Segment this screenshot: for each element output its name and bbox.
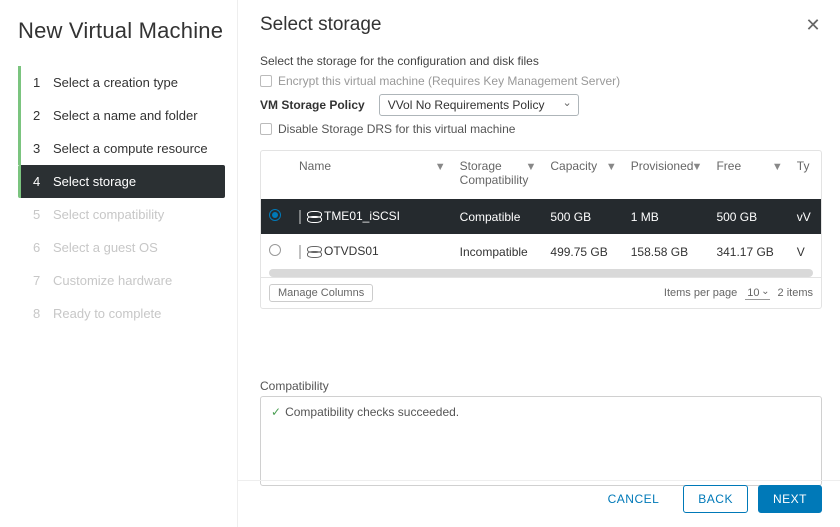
step-creation-type[interactable]: 1 Select a creation type xyxy=(18,66,237,99)
page-title: Select storage xyxy=(260,14,381,36)
filter-icon[interactable]: ▼ xyxy=(772,161,783,173)
row-radio[interactable] xyxy=(269,209,281,221)
step-guest-os: 6 Select a guest OS xyxy=(18,231,237,264)
filter-icon[interactable]: ▼ xyxy=(526,161,537,173)
col-type[interactable]: Ty xyxy=(789,151,821,199)
table-row[interactable]: TME01_iSCSI Compatible 500 GB 1 MB 500 G… xyxy=(261,199,821,234)
compatibility-message: Compatibility checks succeeded. xyxy=(285,405,459,419)
items-per-page-select[interactable]: 10 xyxy=(745,287,769,300)
items-count: 2 items xyxy=(778,287,813,299)
step-ready-complete: 8 Ready to complete xyxy=(18,297,237,330)
row-radio[interactable] xyxy=(269,244,281,256)
storage-policy-value: VVol No Requirements Policy xyxy=(388,98,545,112)
datastore-table-wrap: Name ▼ Storage Compatibility ▼ Capacity … xyxy=(260,150,822,309)
filter-icon[interactable]: ▼ xyxy=(692,161,703,173)
wizard-sidebar: New Virtual Machine 1 Select a creation … xyxy=(0,0,238,527)
datastore-table: Name ▼ Storage Compatibility ▼ Capacity … xyxy=(261,151,821,269)
page-subtitle: Select the storage for the configuration… xyxy=(260,54,822,68)
storage-policy-dropdown[interactable]: VVol No Requirements Policy xyxy=(379,94,579,116)
items-per-page-label: Items per page xyxy=(664,287,737,299)
col-capacity[interactable]: Capacity ▼ xyxy=(542,151,622,199)
col-provisioned[interactable]: Provisioned ▼ xyxy=(623,151,709,199)
back-button[interactable]: BACK xyxy=(683,485,748,513)
encrypt-row: Encrypt this virtual machine (Requires K… xyxy=(260,74,822,88)
compatibility-box: ✓ Compatibility checks succeeded. xyxy=(260,396,822,486)
wizard-footer: CANCEL BACK NEXT xyxy=(594,485,822,513)
step-customize-hardware: 7 Customize hardware xyxy=(18,264,237,297)
step-name-folder[interactable]: 2 Select a name and folder xyxy=(18,99,237,132)
horizontal-scrollbar[interactable] xyxy=(269,269,813,277)
wizard-dialog: New Virtual Machine 1 Select a creation … xyxy=(0,0,840,527)
wizard-main: Select storage ✕ Select the storage for … xyxy=(238,0,840,527)
storage-policy-label: VM Storage Policy xyxy=(260,98,365,112)
table-row[interactable]: OTVDS01 Incompatible 499.75 GB 158.58 GB… xyxy=(261,234,821,269)
wizard-steps: 1 Select a creation type 2 Select a name… xyxy=(18,66,237,330)
drs-checkbox[interactable] xyxy=(260,123,272,135)
divider xyxy=(238,480,840,481)
next-button[interactable]: NEXT xyxy=(758,485,822,513)
check-icon: ✓ xyxy=(271,405,281,419)
step-select-storage[interactable]: 4 Select storage xyxy=(18,165,225,198)
filter-icon[interactable]: ▼ xyxy=(606,161,617,173)
step-compute-resource[interactable]: 3 Select a compute resource xyxy=(18,132,237,165)
divider xyxy=(299,245,301,259)
drs-label: Disable Storage DRS for this virtual mac… xyxy=(278,122,515,136)
col-compat[interactable]: Storage Compatibility ▼ xyxy=(452,151,543,199)
col-free[interactable]: Free ▼ xyxy=(708,151,788,199)
datastore-icon xyxy=(307,246,320,258)
drs-row: Disable Storage DRS for this virtual mac… xyxy=(260,122,822,136)
step-compatibility: 5 Select compatibility xyxy=(18,198,237,231)
col-name[interactable]: Name ▼ xyxy=(291,151,452,199)
storage-policy-row: VM Storage Policy VVol No Requirements P… xyxy=(260,94,822,116)
wizard-title: New Virtual Machine xyxy=(18,18,237,44)
compatibility-label: Compatibility xyxy=(260,379,822,393)
manage-columns-button[interactable]: Manage Columns xyxy=(269,284,373,302)
divider xyxy=(299,210,301,224)
encrypt-checkbox[interactable] xyxy=(260,75,272,87)
filter-icon[interactable]: ▼ xyxy=(435,161,446,173)
encrypt-label: Encrypt this virtual machine (Requires K… xyxy=(278,74,620,88)
close-icon[interactable]: ✕ xyxy=(804,15,822,36)
table-footer: Manage Columns Items per page 10 2 items xyxy=(261,277,821,308)
cancel-button[interactable]: CANCEL xyxy=(594,486,674,512)
datastore-icon xyxy=(307,211,320,223)
